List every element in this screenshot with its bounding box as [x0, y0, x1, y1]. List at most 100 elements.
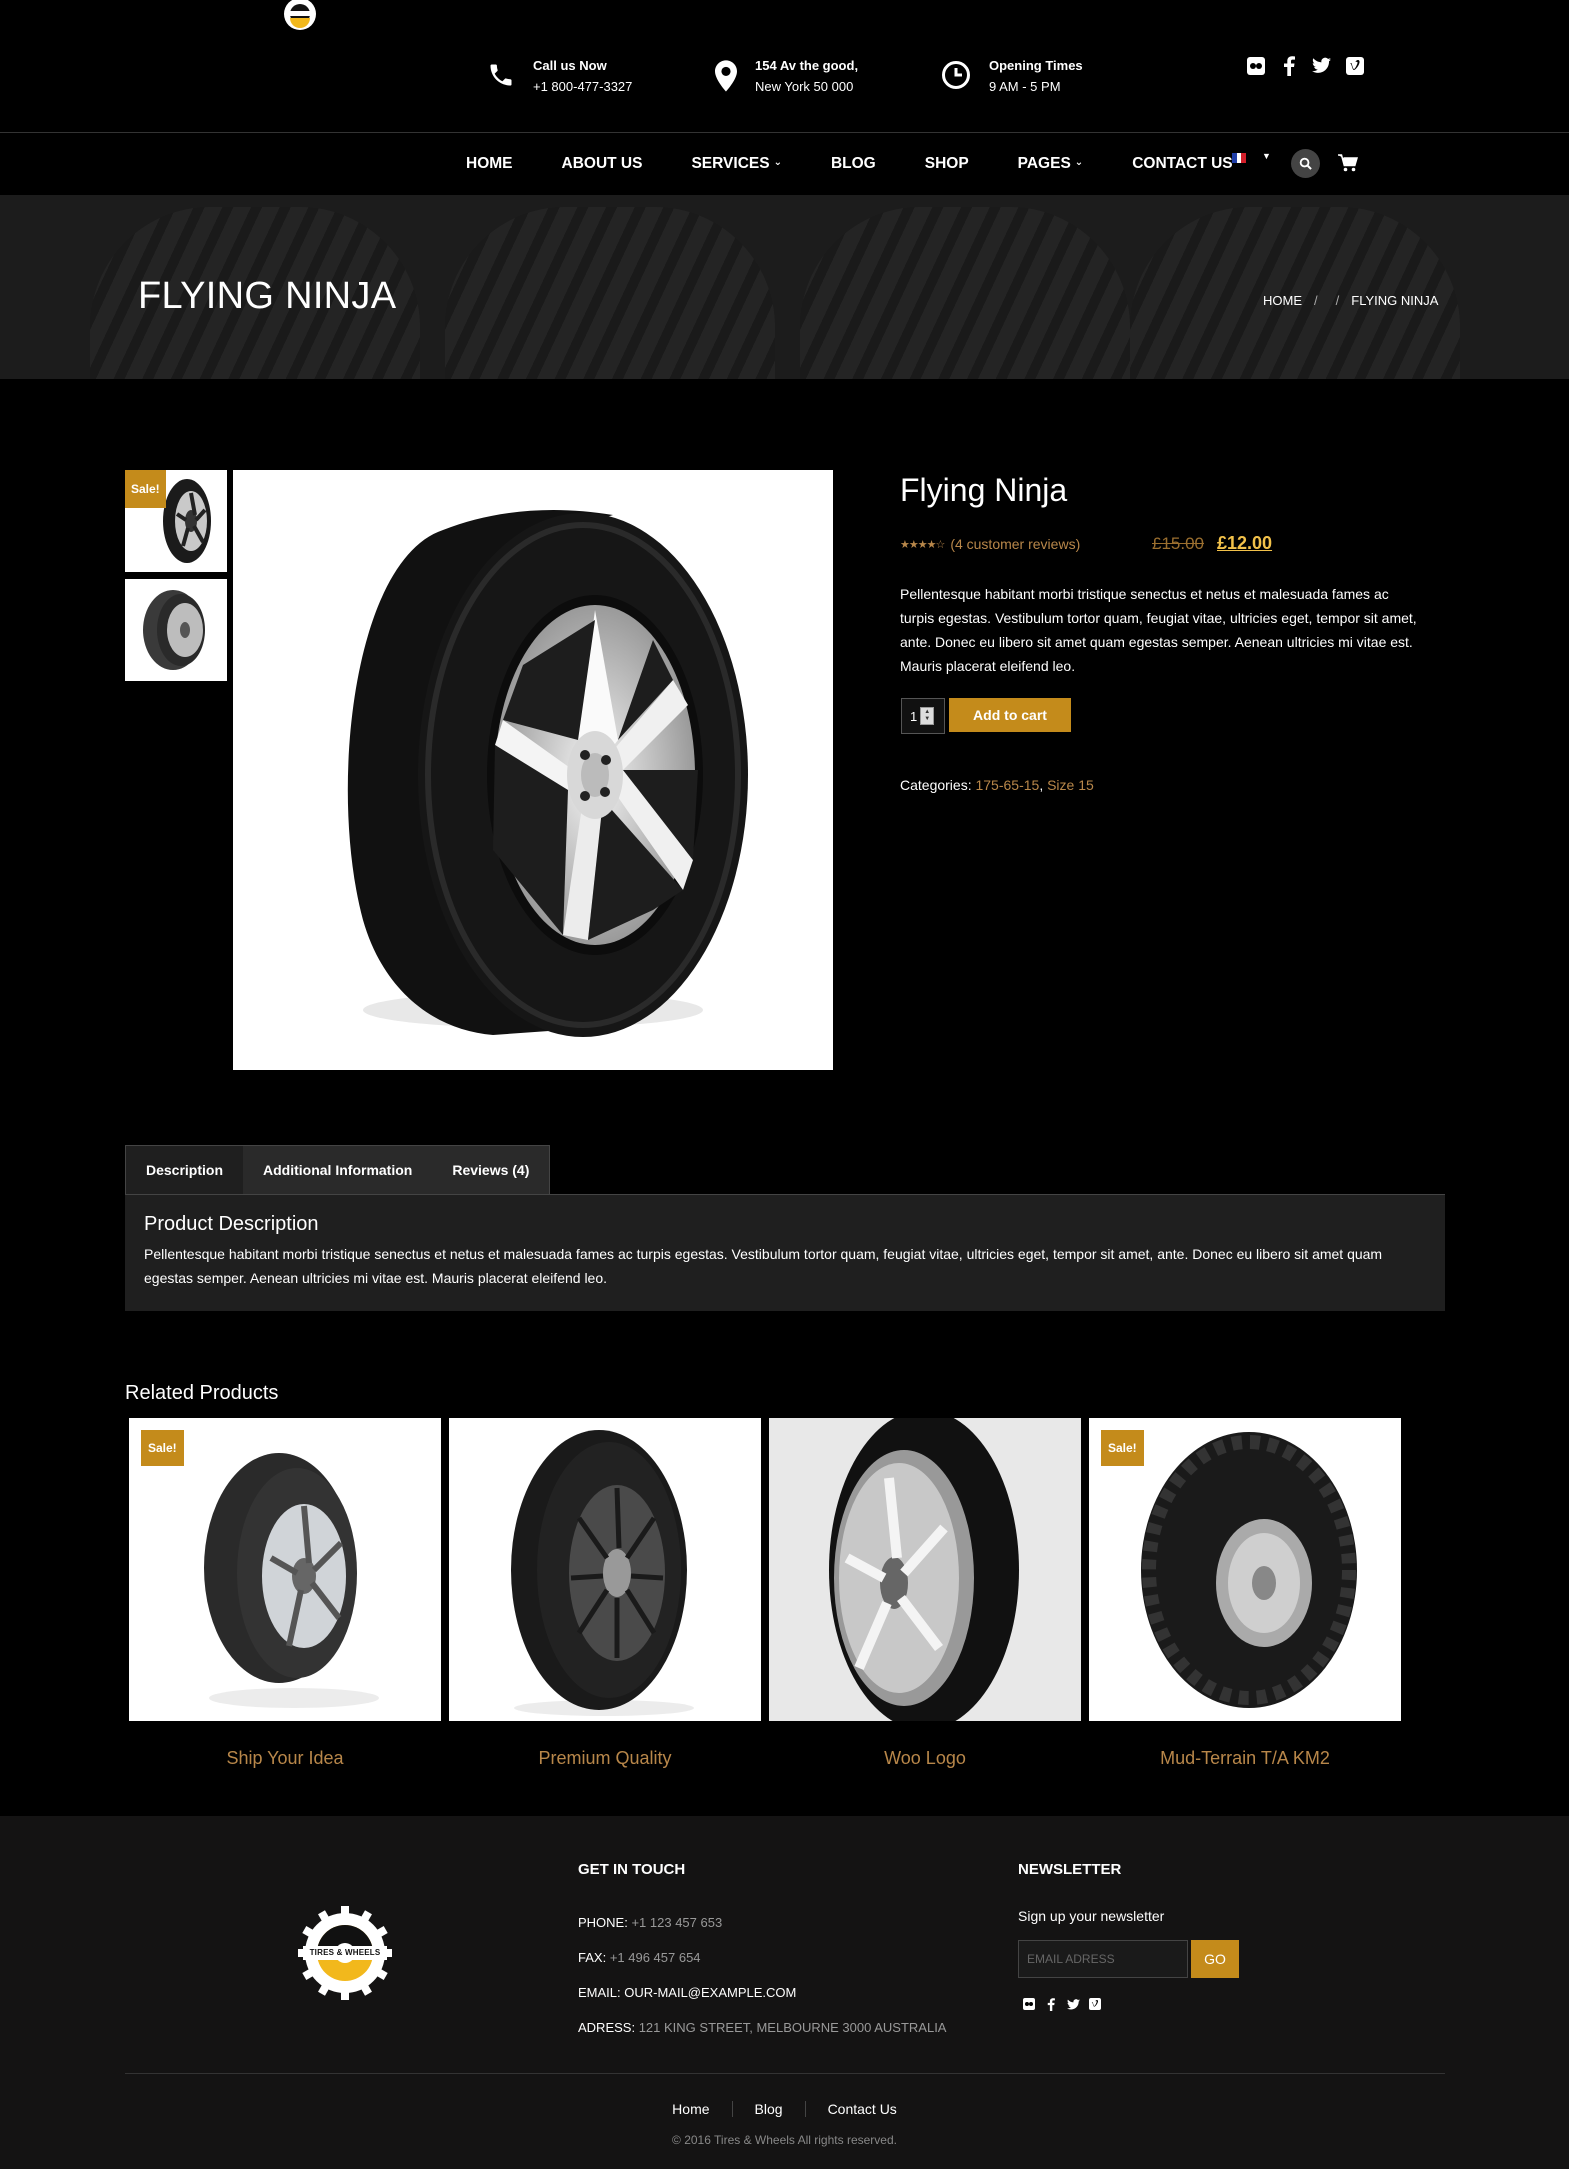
search-button[interactable] — [1291, 149, 1320, 178]
nav-about-us[interactable]: ABOUT US — [562, 155, 643, 173]
price-sale: £12.00 — [1217, 533, 1273, 553]
tab-panel-title: Product Description — [144, 1213, 319, 1235]
site-logo-small[interactable] — [280, 0, 320, 36]
quantity-stepper[interactable]: 1 ▲ ▼ — [901, 698, 945, 734]
nav-shop[interactable]: SHOP — [925, 155, 969, 173]
tab-panel-text: Pellentesque habitant morbi tristique se… — [144, 1246, 1383, 1286]
chevron-down-icon: ⌄ — [1074, 156, 1084, 168]
tab-panel-description: Product Description Pellentesque habitan… — [125, 1195, 1445, 1311]
contact-hours-value: 9 AM - 5 PM — [989, 79, 1061, 94]
product-categories: Categories: 175-65-15, Size 15 — [900, 777, 1094, 793]
newsletter-email-input[interactable] — [1018, 1940, 1188, 1978]
category-separator: , — [1039, 777, 1044, 793]
quantity-value[interactable]: 1 — [910, 709, 917, 724]
tire-background-image — [445, 207, 775, 379]
sale-badge: Sale! — [125, 470, 166, 508]
breadcrumb-separator: / — [1314, 293, 1318, 308]
footer-logo[interactable]: TIRES & WHEELS — [298, 1906, 392, 2000]
location-pin-icon — [715, 60, 737, 92]
product-main-image[interactable] — [233, 470, 833, 1070]
add-to-cart-button[interactable]: Add to cart — [949, 698, 1071, 732]
contact-address-line2: New York 50 000 — [755, 79, 854, 94]
related-product-card[interactable]: Sale! — [129, 1418, 441, 1721]
nav-home[interactable]: HOME — [466, 155, 513, 173]
main-navigation: HOME ABOUT US SERVICES ⌄ BLOG SHOP PAGES ⌄… — [0, 134, 1569, 194]
tire-image — [143, 590, 205, 670]
contact-call: Call us Now +1 800-477-3327 — [487, 56, 632, 98]
facebook-icon[interactable] — [1044, 1997, 1058, 2011]
nav-services[interactable]: SERVICES ⌄ — [691, 155, 782, 173]
footer-logo-text: TIRES & WHEELS — [309, 1948, 381, 1957]
tab-additional-information[interactable]: Additional Information — [243, 1146, 433, 1195]
page-header-banner: FLYING NINJA HOME / / FLYING NINJA — [0, 195, 1569, 379]
reviews-link[interactable]: (4 customer reviews) — [950, 536, 1080, 552]
product-thumbnail-2[interactable] — [125, 579, 227, 681]
footer-link-home[interactable]: Home — [650, 2101, 733, 2117]
newsletter-go-button[interactable]: GO — [1191, 1940, 1239, 1978]
footer-link-blog[interactable]: Blog — [733, 2101, 806, 2117]
tab-description[interactable]: Description — [126, 1146, 244, 1195]
category-link-size-15[interactable]: Size 15 — [1047, 777, 1094, 793]
contact-address-line1: 154 Av the good, — [755, 58, 859, 73]
breadcrumb-home[interactable]: HOME — [1263, 293, 1302, 308]
footer-get-in-touch-title: GET IN TOUCH — [578, 1861, 686, 1878]
tab-reviews[interactable]: Reviews (4) — [432, 1146, 550, 1195]
vimeo-icon[interactable] — [1088, 1997, 1102, 2011]
breadcrumb-separator: / — [1335, 293, 1340, 308]
breadcrumb: HOME / / FLYING NINJA — [1263, 293, 1438, 308]
contact-hours-title: Opening Times — [989, 58, 1083, 73]
star-rating-icon: ★★★★☆ — [900, 538, 945, 551]
product-rating: ★★★★☆ (4 customer reviews) — [900, 536, 1080, 552]
language-chevron-icon[interactable]: ▼ — [1262, 151, 1271, 161]
contact-hours: Opening Times 9 AM - 5 PM — [941, 56, 1083, 98]
tire-background-image — [800, 207, 1130, 379]
vimeo-icon[interactable] — [1345, 56, 1364, 75]
categories-label: Categories: — [900, 777, 972, 793]
contact-call-phone[interactable]: +1 800-477-3327 — [533, 76, 632, 98]
related-products-heading: Related Products — [125, 1382, 279, 1404]
nav-blog[interactable]: BLOG — [831, 155, 876, 173]
product-title: Flying Ninja — [900, 472, 1068, 508]
header-social-links — [1246, 55, 1364, 76]
product-thumbnail-1[interactable]: Sale! — [125, 470, 227, 572]
footer-email-link[interactable]: OUR-MAIL@EXAMPLE.COM — [624, 1985, 796, 2000]
related-product-name[interactable]: Woo Logo — [769, 1748, 1081, 1769]
chevron-down-icon: ⌄ — [773, 156, 782, 168]
clock-icon — [942, 61, 970, 89]
related-product-name[interactable]: Mud-Terrain T/A KM2 — [1089, 1748, 1401, 1769]
related-product-name[interactable]: Premium Quality — [449, 1748, 761, 1769]
sale-badge: Sale! — [1101, 1430, 1144, 1466]
related-product-card[interactable] — [449, 1418, 761, 1721]
facebook-icon[interactable] — [1279, 55, 1298, 76]
cart-icon[interactable] — [1337, 152, 1359, 174]
phone-icon — [490, 64, 512, 86]
footer-address: ADRESS: 121 KING STREET, MELBOURNE 3000 … — [578, 2020, 947, 2035]
footer-phone: PHONE: +1 123 457 653 — [578, 1915, 723, 1930]
product-short-description: Pellentesque habitant morbi tristique se… — [900, 586, 1417, 674]
page-title: FLYING NINJA — [138, 275, 397, 317]
tire-image — [347, 510, 748, 1037]
nav-contact-us[interactable]: CONTACT US — [1132, 155, 1232, 173]
footer-link-contact-us[interactable]: Contact Us — [806, 2101, 919, 2117]
price-old: £15.00 — [1152, 534, 1204, 553]
related-product-card[interactable] — [769, 1418, 1081, 1721]
flickr-icon[interactable] — [1022, 1997, 1036, 2011]
tire-image — [829, 1418, 1019, 1721]
twitter-icon[interactable] — [1312, 56, 1331, 75]
contact-call-title: Call us Now — [533, 58, 607, 73]
fr-flag-icon[interactable] — [1232, 153, 1247, 163]
twitter-icon[interactable] — [1066, 1997, 1080, 2011]
stepper-arrows-icon[interactable]: ▲ ▼ — [920, 707, 935, 725]
footer-newsletter-title: NEWSLETTER — [1018, 1861, 1122, 1878]
related-product-name[interactable]: Ship Your Idea — [129, 1748, 441, 1769]
flickr-icon[interactable] — [1246, 56, 1265, 75]
category-link-175-65-15[interactable]: 175-65-15 — [975, 777, 1039, 793]
footer-navigation: Home Blog Contact Us — [0, 2101, 1569, 2117]
related-product-card[interactable]: Sale! — [1089, 1418, 1401, 1721]
tire-image — [511, 1430, 694, 1716]
divider — [125, 2073, 1445, 2074]
nav-pages[interactable]: PAGES ⌄ — [1018, 155, 1084, 173]
search-icon — [1299, 157, 1312, 170]
top-bar: Call us Now +1 800-477-3327 154 Av the g… — [0, 0, 1569, 133]
footer-social-links — [1022, 1997, 1102, 2011]
